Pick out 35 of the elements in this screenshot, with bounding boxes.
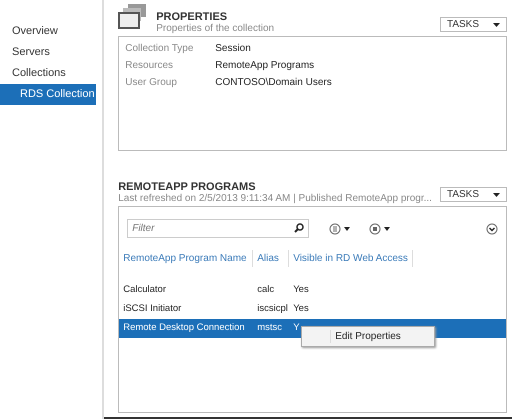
section-subtitle: Properties of the collection <box>156 23 276 34</box>
windows-icon <box>118 4 148 30</box>
property-label: Resources <box>125 60 174 71</box>
sidebar-item[interactable]: RDS Collection <box>0 84 96 105</box>
menu-item[interactable]: Edit Properties <box>330 330 434 343</box>
section-title: REMOTEAPP PROGRAMS <box>118 181 257 193</box>
column-header[interactable]: Visible in RD Web Access <box>289 250 413 267</box>
table-cell[interactable]: calc <box>253 281 290 300</box>
section-title: PROPERTIES <box>156 11 228 23</box>
expand-icon[interactable] <box>486 222 498 234</box>
column-header[interactable]: Alias <box>253 250 290 267</box>
tasks-button[interactable]: TASKS <box>440 187 507 202</box>
table-cell[interactable]: Yes <box>289 281 506 300</box>
caret-icon <box>493 22 500 26</box>
table-cell[interactable]: iSCSI Initiator <box>119 300 254 319</box>
sidebar-item[interactable]: Servers <box>0 42 96 63</box>
property-label: User Group <box>125 77 178 88</box>
table-cell[interactable]: iscsicpl <box>253 300 290 319</box>
table-cell[interactable]: Yes <box>289 300 506 319</box>
column-header[interactable]: RemoteApp Program Name <box>119 250 254 267</box>
table-cell[interactable]: mstsc <box>253 319 290 338</box>
search-icon <box>294 223 304 233</box>
section-subtitle: Last refreshed on 2/5/2013 9:11:34 AM | Published RemoteApp progr... <box>118 193 432 204</box>
tasks-button[interactable]: TASKS <box>440 17 507 32</box>
table-cell[interactable]: Remote Desktop Connection <box>119 319 254 338</box>
sidebar-item[interactable]: Collections <box>0 63 96 84</box>
table-cell[interactable]: Calculator <box>119 281 254 300</box>
property-value: CONTOSO\Domain Users <box>215 77 333 88</box>
property-value: RemoteApp Programs <box>215 60 316 71</box>
list-icon[interactable] <box>329 222 352 234</box>
filter-field[interactable]: Filter <box>127 219 310 238</box>
sidebar-item[interactable]: Overview <box>0 21 96 42</box>
property-value: Session <box>215 43 252 54</box>
property-label: Collection Type <box>125 43 194 54</box>
caret-icon <box>493 192 500 196</box>
